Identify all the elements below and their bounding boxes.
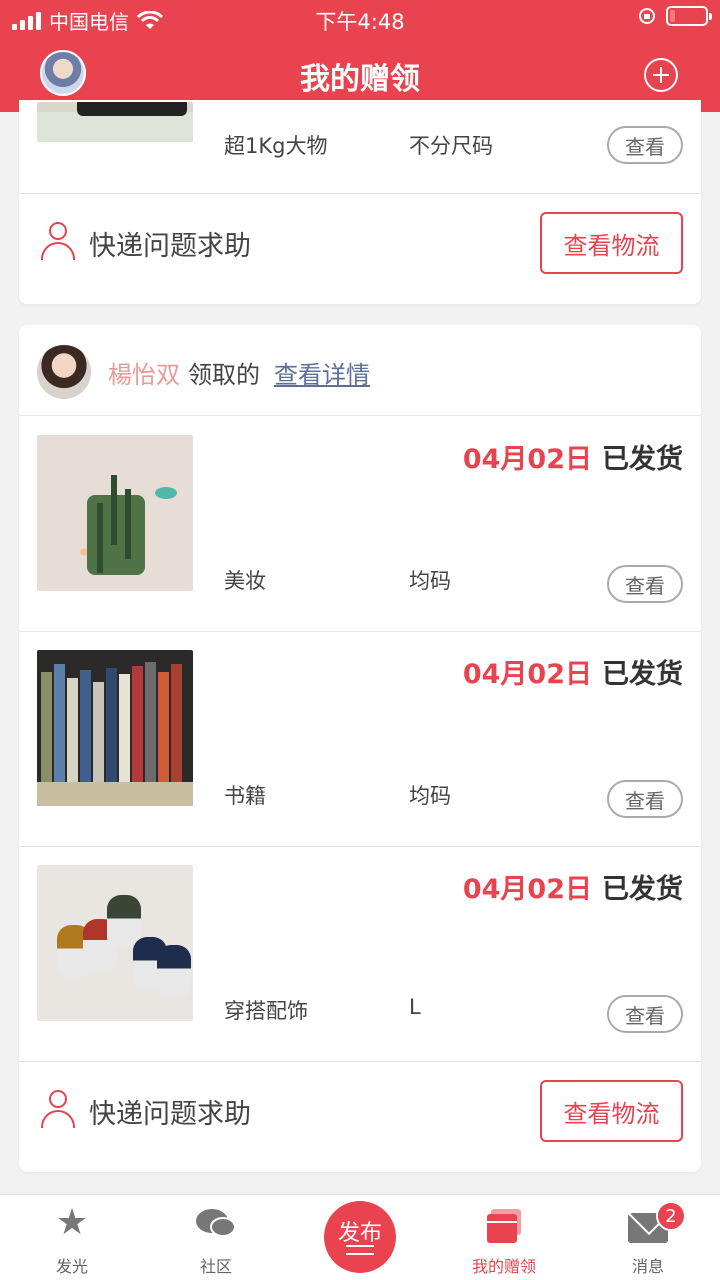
star-icon: ★ <box>55 1202 89 1243</box>
help-row: 快递问题求助 查看物流 <box>19 194 701 304</box>
shipped-status: 已发货 <box>602 874 683 905</box>
item-status: 04月02日 已发货 <box>463 867 683 906</box>
tab-label: 发光 <box>55 1257 88 1276</box>
person-icon <box>41 222 75 260</box>
bottom-tab-bar: ★ 发光 社区 发布 我的赠领 2 消息 <box>0 1194 720 1280</box>
item-photo <box>37 102 193 142</box>
tab-label: 消息 <box>631 1257 664 1276</box>
track-shipment-button[interactable]: 查看物流 <box>540 1080 683 1142</box>
item-status: 04月02日 已发货 <box>463 437 683 476</box>
view-button[interactable]: 查看 <box>607 565 683 603</box>
receiver-action: 领取的 <box>188 361 260 389</box>
item-size: 均码 <box>409 784 451 808</box>
publish-label: 发布 <box>337 1221 382 1246</box>
view-button[interactable]: 查看 <box>607 995 683 1033</box>
item-category: 美妆 <box>224 569 266 593</box>
gift-cards-icon <box>487 1209 521 1243</box>
view-button[interactable]: 查看 <box>607 126 683 164</box>
view-button[interactable]: 查看 <box>607 780 683 818</box>
item-date: 04月02日 <box>462 874 592 905</box>
item-photo <box>37 865 193 1021</box>
item-category: 穿搭配饰 <box>224 999 308 1023</box>
receiver-row: 楊怡双 领取的 查看详情 <box>19 325 701 416</box>
tab-community[interactable]: 社区 <box>144 1195 288 1280</box>
item-status: 04月02日 已发货 <box>463 652 683 691</box>
tab-label: 我的赠领 <box>471 1257 536 1276</box>
publish-button[interactable]: 发布 <box>324 1201 396 1273</box>
chat-bubbles-icon <box>196 1209 236 1241</box>
item-date: 04月02日 <box>462 444 592 475</box>
item-size: L <box>409 995 421 1019</box>
menu-lines-icon <box>346 1245 374 1255</box>
list-item[interactable]: 04月02日 已发货 穿搭配饰 L 查看 <box>19 847 701 1062</box>
item-size: 不分尺码 <box>409 134 493 158</box>
track-shipment-button[interactable]: 查看物流 <box>540 212 683 274</box>
item-category: 超1Kg大物 <box>224 134 328 158</box>
list-item[interactable]: 04月02日 已发货 书籍 均码 查看 <box>19 632 701 847</box>
message-badge: 2 <box>656 1201 686 1231</box>
list-item[interactable]: 04月02日 已发货 美妆 均码 查看 <box>19 417 701 632</box>
view-details-link[interactable]: 查看详情 <box>274 355 370 390</box>
tab-label: 社区 <box>199 1257 232 1276</box>
shipped-status: 已发货 <box>602 444 683 475</box>
help-link[interactable]: 快递问题求助 <box>89 224 251 263</box>
shipped-status: 已发货 <box>602 659 683 690</box>
receiver-avatar[interactable] <box>37 345 91 399</box>
item-photo <box>37 435 193 591</box>
person-icon <box>41 1090 75 1128</box>
tab-my-gifts[interactable]: 我的赠领 <box>432 1195 576 1280</box>
item-date: 04月02日 <box>462 659 592 690</box>
gift-card-1: 超1Kg大物 不分尺码 查看 快递问题求助 查看物流 <box>19 100 701 304</box>
item-photo <box>37 650 193 806</box>
help-link[interactable]: 快递问题求助 <box>89 1092 251 1131</box>
item-category: 书籍 <box>224 784 266 808</box>
help-row: 快递问题求助 查看物流 <box>19 1062 701 1172</box>
tab-messages[interactable]: 2 消息 <box>576 1195 720 1280</box>
item-size: 均码 <box>409 569 451 593</box>
list-item[interactable]: 超1Kg大物 不分尺码 查看 <box>19 0 701 194</box>
tab-glow[interactable]: ★ 发光 <box>0 1195 144 1280</box>
receiver-name[interactable]: 楊怡双 <box>108 355 180 390</box>
gift-card-2: 楊怡双 领取的 查看详情 04月02日 已发货 美妆 均码 查看 04月02日 已发 <box>19 325 701 1172</box>
